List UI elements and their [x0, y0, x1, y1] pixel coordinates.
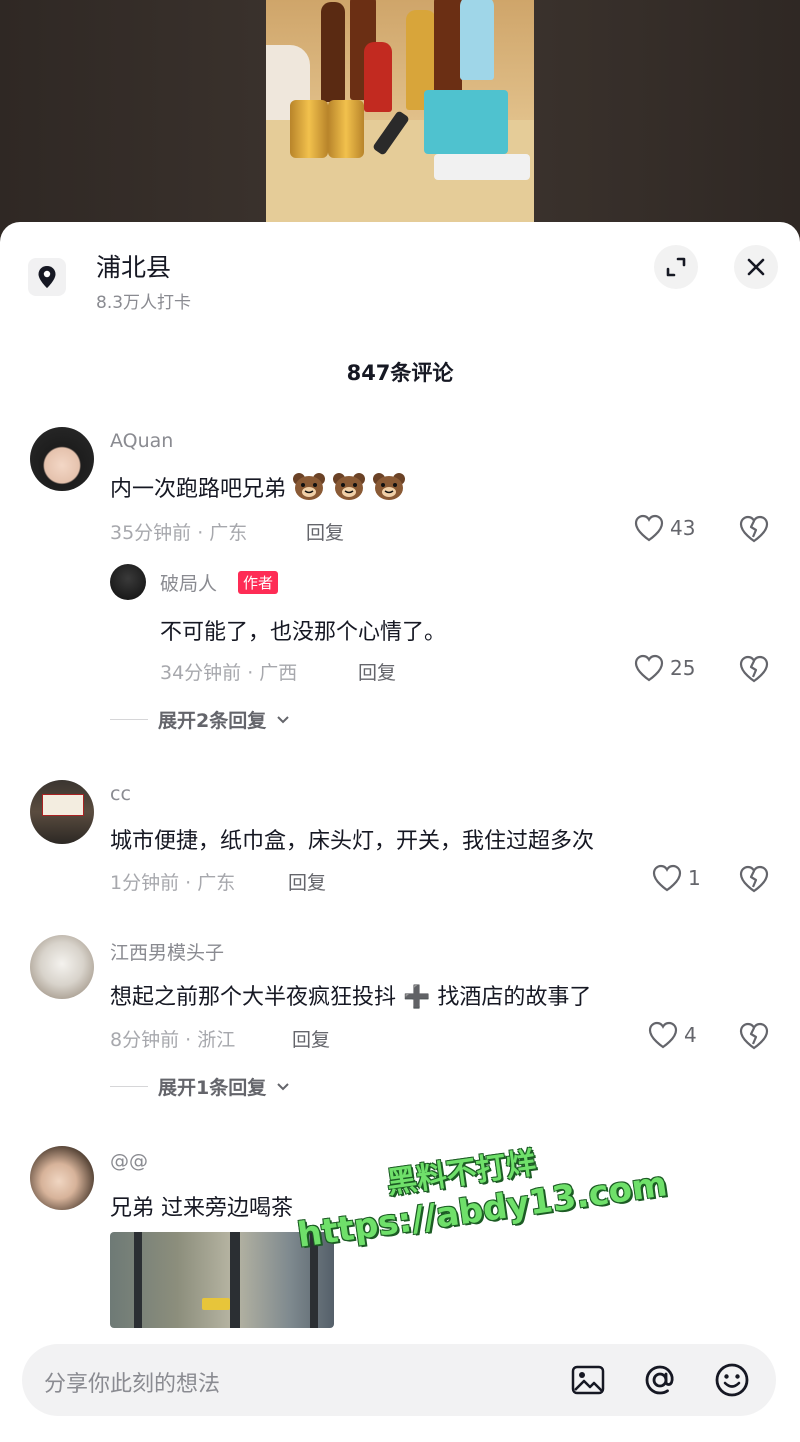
image-button[interactable]	[568, 1360, 608, 1400]
broken-heart-icon	[739, 1022, 769, 1050]
dislike-button[interactable]	[738, 1021, 770, 1055]
like-button[interactable]: 43	[634, 514, 695, 542]
comments-count: 847条评论	[346, 361, 454, 385]
reply-button[interactable]: 回复	[288, 868, 326, 895]
expand-replies-button[interactable]: 展开1条回复	[110, 1073, 290, 1100]
dislike-button[interactable]	[738, 864, 770, 898]
mention-button[interactable]	[640, 1360, 680, 1400]
comment-meta: 35分钟前 · 广东	[110, 522, 248, 544]
dislike-button[interactable]	[738, 514, 770, 548]
heart-icon	[652, 864, 682, 892]
reply-username[interactable]: 破局人	[160, 569, 217, 596]
expand-replies-button[interactable]: 展开2条回复	[110, 706, 290, 733]
location-checkin-count: 8.3万人打卡	[96, 293, 192, 313]
comment-username[interactable]: @@	[110, 1150, 148, 1172]
reply-text: 不可能了，也没那个心情了。	[160, 620, 447, 645]
bear-emoji-icon	[293, 473, 326, 500]
heart-icon	[648, 1021, 678, 1049]
reply-button[interactable]: 回复	[358, 658, 396, 685]
avatar[interactable]	[30, 1146, 94, 1210]
like-button[interactable]: 4	[648, 1021, 697, 1049]
dislike-button[interactable]	[738, 654, 770, 688]
close-button[interactable]	[734, 245, 778, 289]
comment-text: 内一次跑路吧兄弟	[110, 471, 406, 503]
avatar[interactable]	[30, 935, 94, 999]
broken-heart-icon	[739, 655, 769, 683]
location-title[interactable]: 浦北县	[96, 248, 171, 284]
like-count: 43	[670, 516, 696, 540]
like-count: 25	[670, 656, 696, 680]
broken-heart-icon	[739, 515, 769, 543]
reply-button[interactable]: 回复	[292, 1025, 330, 1052]
like-button[interactable]: 25	[634, 654, 695, 682]
comment-input-bar[interactable]: 分享你此刻的想法	[22, 1344, 776, 1416]
avatar[interactable]	[30, 427, 94, 491]
comment-username[interactable]: 江西男模头子	[110, 938, 224, 965]
emoji-icon	[715, 1363, 749, 1397]
video-frame-image	[266, 0, 534, 230]
broken-heart-icon	[739, 865, 769, 893]
avatar[interactable]	[30, 780, 94, 844]
avatar[interactable]	[110, 564, 146, 600]
author-badge: 作者	[238, 571, 279, 594]
heart-icon	[634, 654, 664, 682]
comment-input-placeholder[interactable]: 分享你此刻的想法	[44, 1366, 220, 1398]
expand-replies-label: 展开1条回复	[158, 1077, 267, 1099]
expand-icon	[666, 257, 686, 277]
comment-text: 城市便捷，纸巾盒，床头灯，开关，我住过超多次	[110, 829, 595, 854]
comment-meta: 8分钟前 · 浙江	[110, 1029, 236, 1051]
reply-meta: 34分钟前 · 广西	[160, 662, 298, 684]
chevron-down-icon	[277, 715, 289, 723]
heart-icon	[634, 514, 664, 542]
bear-emoji-icon	[373, 473, 406, 500]
chevron-down-icon	[277, 1082, 289, 1090]
image-icon	[571, 1365, 605, 1395]
expand-button[interactable]	[654, 245, 698, 289]
like-count: 1	[688, 866, 701, 890]
comment-username[interactable]: AQuan	[110, 430, 173, 452]
location-pin-icon	[28, 258, 66, 296]
close-icon	[747, 258, 765, 276]
expand-replies-label: 展开2条回复	[158, 710, 267, 732]
reply-button[interactable]: 回复	[306, 518, 344, 545]
bear-emoji-icon	[333, 473, 366, 500]
like-button[interactable]: 1	[652, 864, 701, 892]
comment-username[interactable]: cc	[110, 783, 131, 805]
emoji-button[interactable]	[712, 1360, 752, 1400]
at-icon	[645, 1365, 674, 1395]
comment-text: 想起之前那个大半夜疯狂投抖 ➕ 找酒店的故事了	[110, 985, 592, 1010]
comment-meta: 1分钟前 · 广东	[110, 872, 236, 894]
like-count: 4	[684, 1023, 697, 1047]
comment-text: 兄弟 过来旁边喝茶	[110, 1196, 293, 1221]
